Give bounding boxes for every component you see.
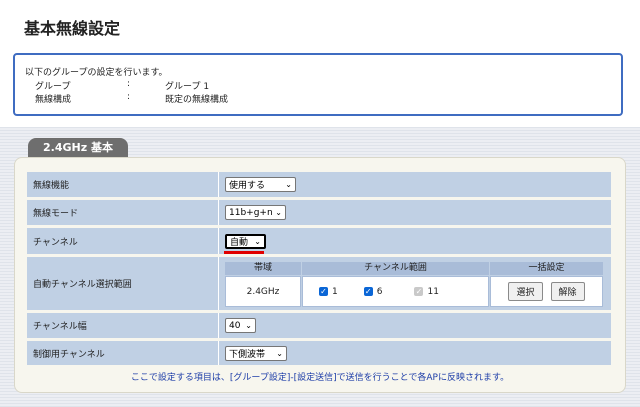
channel-6-checkbox[interactable]: ✓ 6: [363, 286, 383, 297]
row-auto-channel-range: 自動チャンネル選択範囲 帯域 チャンネル範囲 一括設定 2.4GHz ✓ 1 ✓…: [27, 257, 611, 310]
tab-2-4ghz-basic[interactable]: 2.4GHz 基本: [28, 138, 128, 158]
channel-range-cell: ✓ 1 ✓ 6 ✓ 11: [302, 276, 489, 307]
row-value: 40 ⌄: [219, 313, 611, 338]
select-value: 使用する: [229, 181, 266, 191]
info-value: グループ 1: [165, 82, 210, 92]
row-value: 下側波帯 ⌄: [219, 341, 611, 365]
band-value: 2.4GHz: [246, 286, 280, 297]
row-value: 帯域 チャンネル範囲 一括設定 2.4GHz ✓ 1 ✓ 6 ✓ 11 選択 解…: [219, 257, 611, 310]
checkmark-icon: ✓: [414, 287, 424, 296]
band-cell: 2.4GHz: [225, 276, 301, 307]
info-description: 以下のグループの設定を行います。: [25, 68, 168, 78]
chevron-down-icon: ⌄: [245, 321, 252, 330]
info-colon: :: [127, 79, 131, 89]
channel-width-select[interactable]: 40 ⌄: [225, 318, 256, 333]
chevron-down-icon: ⌄: [285, 180, 292, 189]
channel-11-checkbox: ✓ 11: [414, 286, 439, 297]
row-label: 制御用チャンネル: [27, 341, 219, 365]
row-channel: チャンネル 自動 ⌄: [27, 228, 611, 254]
highlight-underline: [224, 251, 264, 254]
auto-range-table: 帯域 チャンネル範囲 一括設定 2.4GHz ✓ 1 ✓ 6 ✓ 11 選択 解…: [225, 262, 603, 307]
checkmark-icon: ✓: [319, 287, 328, 296]
checkbox-label: 1: [332, 286, 338, 297]
control-channel-select[interactable]: 下側波帯 ⌄: [225, 345, 287, 361]
row-value: 使用する ⌄: [219, 172, 611, 197]
select-value: 自動: [230, 237, 249, 248]
bulk-setting-cell: 選択 解除: [490, 276, 603, 307]
header-channel-range: チャンネル範囲: [302, 262, 489, 275]
checkbox-label: 11: [427, 286, 439, 297]
info-value: 既定の無線構成: [165, 95, 229, 105]
row-control-channel: 制御用チャンネル 下側波帯 ⌄: [27, 341, 611, 365]
row-label: チャンネル: [27, 228, 219, 254]
channel-1-checkbox[interactable]: ✓ 1: [319, 287, 338, 297]
info-key: 無線構成: [35, 95, 72, 105]
info-colon: :: [127, 92, 131, 102]
row-label: 自動チャンネル選択範囲: [27, 257, 219, 310]
row-wireless-mode: 無線モード 11b+g+n ⌄: [27, 200, 611, 225]
checkbox-label: 6: [376, 286, 383, 297]
select-value: 40: [229, 320, 241, 331]
row-value: 自動 ⌄: [219, 228, 611, 254]
select-value: 11b+g+n: [229, 207, 273, 218]
info-box: 以下のグループの設定を行います。 グループ : グループ 1 無線構成 : 既定…: [13, 53, 623, 116]
clear-all-button[interactable]: 解除: [550, 282, 585, 301]
select-value: 下側波帯: [229, 349, 266, 360]
select-all-button[interactable]: 選択: [508, 282, 543, 301]
chevron-down-icon: ⌄: [276, 348, 283, 358]
channel-select[interactable]: 自動 ⌄: [225, 233, 266, 249]
row-label: 無線機能: [27, 172, 219, 197]
row-label: チャンネル幅: [27, 313, 219, 338]
wireless-mode-select[interactable]: 11b+g+n ⌄: [225, 205, 286, 220]
wireless-function-select[interactable]: 使用する ⌄: [225, 177, 296, 192]
page-title: 基本無線設定: [24, 19, 121, 38]
checkmark-icon: ✓: [363, 287, 373, 296]
chevron-down-icon: ⌄: [275, 208, 282, 217]
row-channel-width: チャンネル幅 40 ⌄: [27, 313, 611, 338]
info-key: グループ: [35, 82, 71, 92]
row-value: 11b+g+n ⌄: [219, 200, 611, 225]
row-wireless-function: 無線機能 使用する ⌄: [27, 172, 611, 197]
header-bulk-setting: 一括設定: [490, 262, 603, 275]
row-label: 無線モード: [27, 200, 219, 225]
header-band: 帯域: [225, 262, 301, 275]
footer-note: ここで設定する項目は、[グループ設定]-[設定送信]で送信を行うことで各APに反…: [130, 373, 510, 383]
chevron-down-icon: ⌄: [254, 236, 261, 246]
